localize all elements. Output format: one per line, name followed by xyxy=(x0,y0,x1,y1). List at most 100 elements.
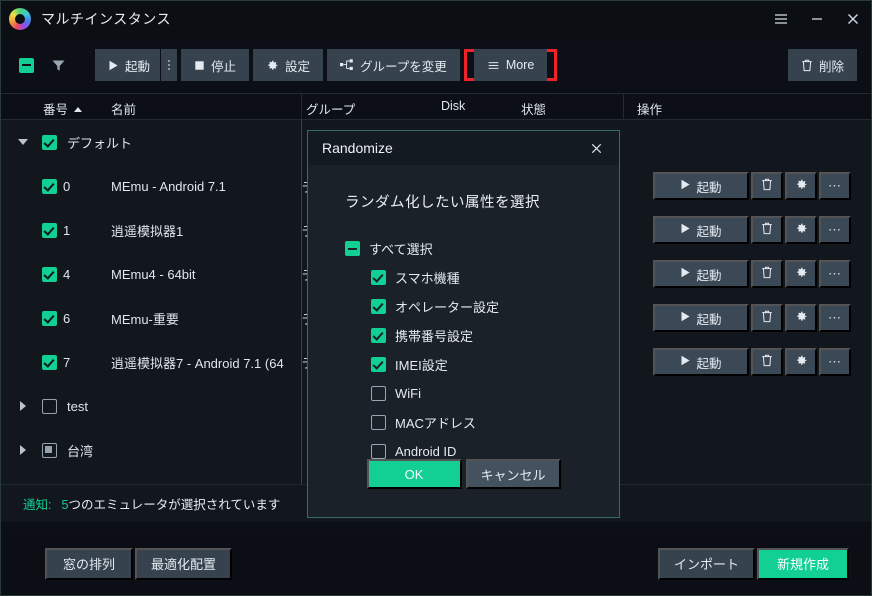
row-launch-button[interactable]: 起動 xyxy=(653,172,749,200)
dialog-option-checkbox[interactable] xyxy=(371,328,386,343)
stop-button[interactable]: 停止 xyxy=(181,49,249,81)
dialog-option-checkbox[interactable] xyxy=(371,415,386,430)
row-more-button[interactable]: ⋯ xyxy=(819,172,851,200)
group-name-label: 台湾 xyxy=(67,441,93,460)
title-bar: マルチインスタンス xyxy=(1,1,871,37)
select-all-checkbox[interactable] xyxy=(19,58,34,73)
ellipsis-icon: ⋯ xyxy=(828,358,842,366)
row-actions: 起動 ⋯ xyxy=(653,216,851,244)
row-checkbox[interactable] xyxy=(42,355,57,370)
row-settings-button[interactable] xyxy=(785,260,817,288)
column-header-row: 番号 名前 グループ Disk 状態 操作 xyxy=(1,93,871,120)
column-header-group[interactable]: グループ xyxy=(306,99,355,118)
row-more-button[interactable]: ⋯ xyxy=(819,216,851,244)
dialog-option-row[interactable]: MACアドレス xyxy=(308,408,619,437)
column-header-action[interactable]: 操作 xyxy=(637,99,662,118)
dialog-option-label: スマホ機種 xyxy=(395,268,460,287)
delete-button-label: 削除 xyxy=(819,56,844,75)
chevron-right-icon[interactable] xyxy=(17,444,29,456)
row-actions: 起動 ⋯ xyxy=(653,172,851,200)
instance-number: 1 xyxy=(63,223,103,238)
filter-funnel-icon[interactable] xyxy=(50,57,67,74)
dialog-select-all-row[interactable]: すべて選択 xyxy=(308,234,619,263)
instance-name: MEmu - Android 7.1 xyxy=(111,179,297,194)
row-launch-button[interactable]: 起動 xyxy=(653,348,749,376)
column-header-disk[interactable]: Disk xyxy=(441,99,465,113)
memu-logo-icon xyxy=(9,8,31,30)
row-delete-button[interactable] xyxy=(751,304,783,332)
trash-icon xyxy=(761,354,773,370)
row-checkbox[interactable] xyxy=(42,223,57,238)
more-button[interactable]: More xyxy=(474,49,547,81)
row-delete-button[interactable] xyxy=(751,348,783,376)
hamburger-menu-icon[interactable] xyxy=(763,1,799,37)
delete-button[interactable]: 削除 xyxy=(788,49,857,81)
row-actions: 起動 ⋯ xyxy=(653,348,851,376)
change-group-button[interactable]: グループを変更 xyxy=(327,49,460,81)
row-checkbox[interactable] xyxy=(42,443,57,458)
gear-icon xyxy=(795,222,808,238)
row-checkbox[interactable] xyxy=(42,267,57,282)
multi-instance-manager-window: マルチインスタンス 起動 xyxy=(0,0,872,596)
row-delete-button[interactable] xyxy=(751,260,783,288)
ellipsis-icon: ⋯ xyxy=(828,182,842,190)
row-checkbox[interactable] xyxy=(42,311,57,326)
optimize-layout-button[interactable]: 最適化配置 xyxy=(135,548,232,580)
instance-name: MEmu-重要 xyxy=(111,309,297,328)
dialog-option-checkbox[interactable] xyxy=(371,299,386,314)
dialog-select-all-checkbox[interactable] xyxy=(345,241,360,256)
row-launch-button[interactable]: 起動 xyxy=(653,304,749,332)
row-settings-button[interactable] xyxy=(785,172,817,200)
row-settings-button[interactable] xyxy=(785,216,817,244)
dialog-option-row[interactable]: WiFi xyxy=(308,379,619,408)
dialog-option-row[interactable]: IMEI設定 xyxy=(308,350,619,379)
column-header-status[interactable]: 状態 xyxy=(521,99,546,118)
row-checkbox[interactable] xyxy=(42,135,57,150)
toolbar-button-group: 起動 停止 設定 xyxy=(95,49,557,81)
close-icon[interactable] xyxy=(583,131,609,165)
dialog-option-row[interactable]: スマホ機種 xyxy=(308,263,619,292)
row-delete-button[interactable] xyxy=(751,172,783,200)
dialog-option-row[interactable]: 携帯番号設定 xyxy=(308,321,619,350)
row-checkbox[interactable] xyxy=(42,399,57,414)
dialog-body: ランダム化したい属性を選択 すべて選択 スマホ機種オペレーター設定携帯番号設定I… xyxy=(308,165,619,517)
dialog-select-all-label: すべて選択 xyxy=(369,239,433,258)
dialog-cancel-button[interactable]: キャンセル xyxy=(466,459,561,489)
row-checkbox[interactable] xyxy=(42,179,57,194)
row-more-button[interactable]: ⋯ xyxy=(819,348,851,376)
dialog-option-checkbox[interactable] xyxy=(371,357,386,372)
column-header-number[interactable]: 番号 xyxy=(43,99,82,118)
instance-name: 逍遥模拟器1 xyxy=(111,221,297,240)
dialog-option-checkbox[interactable] xyxy=(371,270,386,285)
main-toolbar: 起動 停止 設定 xyxy=(1,37,871,93)
row-settings-button[interactable] xyxy=(785,348,817,376)
column-divider xyxy=(301,94,302,119)
start-more-dropdown[interactable] xyxy=(161,49,177,81)
close-icon[interactable] xyxy=(835,1,871,37)
row-more-button[interactable]: ⋯ xyxy=(819,260,851,288)
arrange-windows-button[interactable]: 窓の排列 xyxy=(45,548,133,580)
settings-button[interactable]: 設定 xyxy=(253,49,323,81)
minimize-icon[interactable] xyxy=(799,1,835,37)
row-settings-button[interactable] xyxy=(785,304,817,332)
column-header-name[interactable]: 名前 xyxy=(111,99,136,118)
chevron-down-icon[interactable] xyxy=(17,136,29,148)
start-button[interactable]: 起動 xyxy=(95,49,160,81)
create-new-button[interactable]: 新規作成 xyxy=(757,548,849,580)
row-more-button[interactable]: ⋯ xyxy=(819,304,851,332)
instance-number: 4 xyxy=(63,267,103,282)
dialog-option-checkbox[interactable] xyxy=(371,386,386,401)
row-delete-button[interactable] xyxy=(751,216,783,244)
dialog-option-label: 携帯番号設定 xyxy=(395,326,473,345)
column-divider xyxy=(623,94,624,119)
row-launch-button[interactable]: 起動 xyxy=(653,260,749,288)
import-button[interactable]: インポート xyxy=(658,548,755,580)
dialog-option-row[interactable]: オペレーター設定 xyxy=(308,292,619,321)
dialog-ok-button[interactable]: OK xyxy=(367,459,462,489)
trash-icon xyxy=(761,266,773,282)
chevron-right-icon[interactable] xyxy=(17,400,29,412)
play-icon xyxy=(680,311,691,325)
dialog-option-checkbox[interactable] xyxy=(371,444,386,459)
row-launch-button[interactable]: 起動 xyxy=(653,216,749,244)
ellipsis-icon: ⋯ xyxy=(828,314,842,322)
